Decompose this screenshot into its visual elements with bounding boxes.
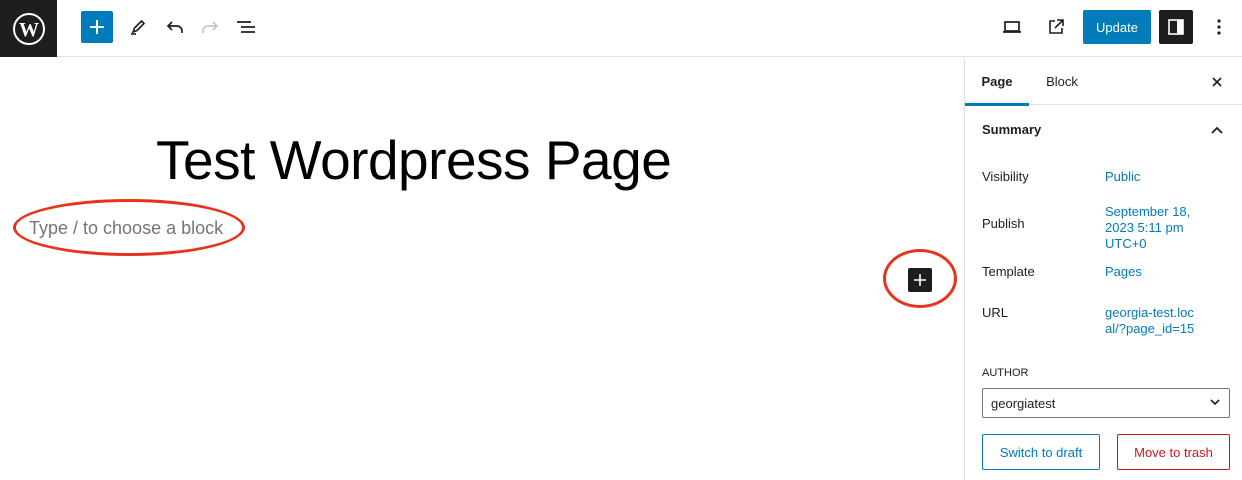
publish-value[interactable]: September 18, 2023 5:11 pm UTC+0 [1105, 204, 1215, 252]
sidebar-toggle-icon[interactable] [1159, 10, 1193, 44]
settings-sidebar: Page Block Summary Visibility Public Pub… [964, 58, 1242, 480]
annotation-ellipse [883, 249, 957, 308]
author-select[interactable]: georgiatest [982, 388, 1230, 418]
list-view-icon[interactable] [229, 10, 263, 44]
update-button[interactable]: Update [1083, 10, 1151, 44]
pencil-icon[interactable] [121, 10, 155, 44]
author-label: AUTHOR [982, 367, 1029, 379]
switch-to-draft-button[interactable]: Switch to draft [982, 434, 1100, 470]
close-icon[interactable] [1205, 70, 1229, 94]
external-link-icon[interactable] [1039, 10, 1073, 44]
chevron-up-icon[interactable] [1206, 119, 1228, 141]
visibility-label: Visibility [982, 169, 1029, 184]
publish-label: Publish [982, 216, 1025, 231]
editor-header: W Update [0, 0, 1242, 57]
chevron-down-icon [1209, 396, 1221, 411]
more-vertical-icon[interactable] [1202, 10, 1236, 44]
editor-canvas: Test Wordpress Page Type / to choose a b… [0, 58, 964, 480]
svg-text:W: W [19, 19, 39, 41]
summary-panel-header[interactable]: Summary [965, 106, 1242, 154]
laptop-icon[interactable] [995, 10, 1029, 44]
block-inserter-button[interactable] [81, 11, 113, 43]
visibility-value[interactable]: Public [1105, 169, 1225, 185]
author-select-value: georgiatest [991, 395, 1056, 411]
undo-icon[interactable] [158, 10, 192, 44]
sidebar-tabs: Page Block [965, 58, 1242, 106]
page-title[interactable]: Test Wordpress Page [156, 128, 672, 192]
tab-block[interactable]: Block [1029, 58, 1095, 105]
template-value[interactable]: Pages [1105, 264, 1225, 280]
summary-title: Summary [982, 122, 1042, 137]
url-value[interactable]: georgia-test.local/?page_id=15 [1105, 305, 1197, 337]
template-label: Template [982, 264, 1035, 279]
tab-page[interactable]: Page [965, 58, 1029, 106]
url-label: URL [982, 305, 1009, 320]
move-to-trash-button[interactable]: Move to trash [1117, 434, 1230, 470]
wordpress-logo-icon[interactable]: W [0, 0, 57, 57]
annotation-ellipse [13, 199, 245, 256]
redo-icon[interactable] [193, 10, 227, 44]
